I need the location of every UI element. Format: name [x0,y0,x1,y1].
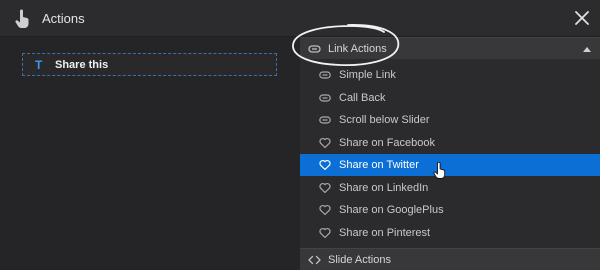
section-slide-actions[interactable]: Slide Actions [300,248,600,270]
link-icon [319,94,331,102]
layer-label: Share this [55,59,109,71]
actions-panel: Link Actions Simple Link Call Back Scrol… [300,37,600,270]
action-label: Simple Link [339,69,396,81]
section-label: Slide Actions [328,254,391,266]
action-share-facebook[interactable]: Share on Facebook [300,132,600,154]
hand-pointer-icon [15,9,29,29]
action-label: Share on Twitter [339,159,419,171]
action-label: Share on LinkedIn [339,182,429,194]
action-label: Scroll below Slider [339,114,430,126]
action-call-back[interactable]: Call Back [300,87,600,109]
heart-icon [319,204,331,216]
action-label: Call Back [339,92,386,104]
section-label: Link Actions [328,43,387,55]
heart-icon [319,159,331,171]
action-label: Share on GooglePlus [339,204,444,216]
action-share-twitter[interactable]: Share on Twitter [300,154,600,176]
text-layer-icon: T [35,58,43,72]
section-link-actions[interactable]: Link Actions [300,37,600,59]
heart-icon [319,182,331,194]
close-icon[interactable] [574,10,590,26]
action-label: Share on Pinterest [339,227,431,239]
code-icon [308,255,321,265]
chevron-up-icon[interactable] [583,46,591,52]
action-label: Share on Facebook [339,137,436,149]
link-icon [319,116,331,124]
action-share-pinterest[interactable]: Share on Pinterest [300,222,600,244]
layer-share-this[interactable]: T Share this [22,53,277,76]
action-simple-link[interactable]: Simple Link [300,64,600,86]
link-icon [308,45,321,53]
action-share-linkedin[interactable]: Share on LinkedIn [300,177,600,199]
hand-cursor-icon [433,162,446,179]
link-icon [319,71,331,79]
top-bar: Actions [0,0,600,37]
heart-icon [319,137,331,149]
dialog-title: Actions [42,11,85,26]
action-scroll-below-slider[interactable]: Scroll below Slider [300,109,600,131]
action-share-googleplus[interactable]: Share on GooglePlus [300,199,600,221]
heart-icon [319,227,331,239]
